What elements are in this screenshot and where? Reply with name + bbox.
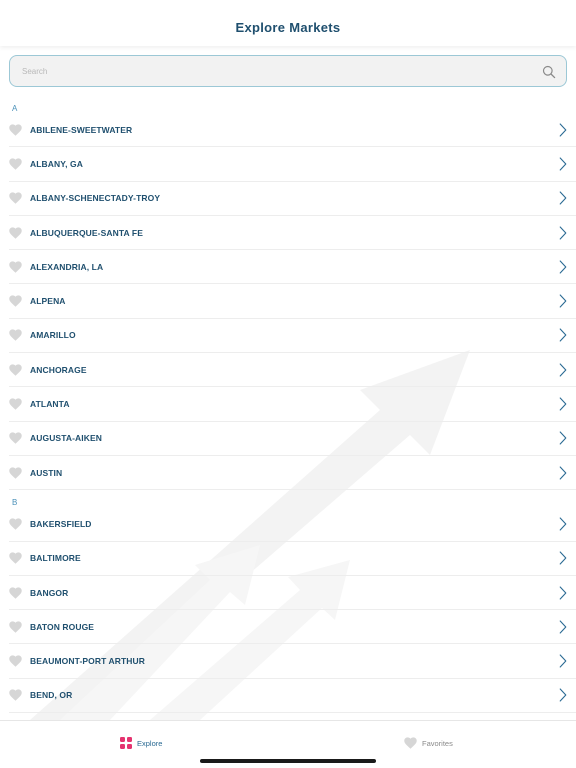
chevron-right-icon: [559, 260, 567, 274]
favorite-heart-icon[interactable]: [9, 158, 22, 170]
market-name: BATON ROUGE: [30, 621, 95, 632]
favorite-heart-icon[interactable]: [9, 432, 22, 444]
chevron-right-icon: [559, 551, 567, 565]
app-root: Explore Markets A ABILENE-SWEETWATER ALBAN…: [0, 0, 576, 768]
market-row[interactable]: BALTIMORE: [9, 542, 576, 576]
favorite-heart-icon[interactable]: [9, 621, 22, 633]
chevron-right-icon: [559, 688, 567, 702]
tab-favorites[interactable]: Favorites: [404, 737, 453, 749]
tab-explore[interactable]: Explore: [120, 737, 162, 749]
market-row[interactable]: BEND, OR: [9, 679, 576, 714]
chevron-right-icon: [559, 123, 567, 137]
tab-explore-label: Explore: [137, 738, 163, 748]
chevron-right-icon: [559, 397, 567, 411]
market-name: BAKERSFIELD: [30, 518, 92, 529]
favorite-heart-icon[interactable]: [9, 295, 22, 307]
market-name: BANGOR: [30, 587, 69, 598]
market-name: ALBUQUERQUE-SANTA FE: [30, 227, 143, 238]
market-row[interactable]: AUGUSTA-AIKEN: [9, 422, 576, 456]
favorite-heart-icon[interactable]: [9, 398, 22, 410]
market-row[interactable]: BANGOR: [9, 576, 576, 611]
favorite-heart-icon[interactable]: [9, 329, 22, 342]
search-input[interactable]: [10, 56, 566, 86]
favorite-heart-icon[interactable]: [9, 552, 22, 564]
favorite-heart-icon[interactable]: [9, 364, 22, 376]
nav-header: Explore Markets: [0, 0, 576, 46]
market-name: AMARILLO: [30, 330, 76, 341]
favorite-heart-icon[interactable]: [9, 655, 22, 667]
chevron-right-icon: [559, 328, 567, 342]
favorite-heart-icon[interactable]: [9, 467, 22, 479]
chevron-right-icon: [559, 225, 567, 240]
chevron-right-icon: [559, 294, 567, 308]
market-row[interactable]: ANCHORAGE: [9, 353, 576, 388]
market-name: BALTIMORE: [30, 553, 81, 564]
favorite-heart-icon[interactable]: [9, 586, 22, 599]
chevron-right-icon: [559, 191, 567, 205]
home-indicator: [200, 759, 376, 763]
market-name: ALPENA: [30, 296, 66, 307]
search-icon[interactable]: [542, 65, 556, 79]
chevron-right-icon: [559, 157, 567, 171]
market-name: ALBANY-SCHENECTADY-TROY: [30, 193, 161, 204]
market-row[interactable]: BEAUMONT-PORT ARTHUR: [9, 644, 576, 679]
chevron-right-icon: [559, 431, 567, 445]
market-row[interactable]: ABILENE-SWEETWATER: [9, 113, 576, 148]
favorite-heart-icon[interactable]: [9, 518, 22, 530]
market-name: ANCHORAGE: [30, 364, 87, 375]
favorite-heart-icon[interactable]: [9, 226, 22, 239]
favorite-heart-icon[interactable]: [9, 261, 22, 273]
heart-icon: [404, 737, 417, 749]
market-name: ALEXANDRIA, LA: [30, 261, 104, 272]
market-row[interactable]: ALBANY-SCHENECTADY-TROY: [9, 182, 576, 216]
market-row[interactable]: AMARILLO: [9, 319, 576, 354]
page-title: Explore Markets: [235, 20, 341, 35]
market-row[interactable]: ALBUQUERQUE-SANTA FE: [9, 216, 576, 251]
section-header: B: [12, 498, 18, 508]
chevron-right-icon: [559, 466, 567, 480]
grid-icon: [120, 737, 132, 749]
market-name: ABILENE-SWEETWATER: [30, 124, 133, 135]
chevron-right-icon: [559, 517, 567, 531]
market-name: AUGUSTA-AIKEN: [30, 433, 102, 444]
chevron-right-icon: [559, 363, 567, 377]
market-name: BEAUMONT-PORT ARTHUR: [30, 656, 146, 667]
market-row[interactable]: ATLANTA: [9, 387, 576, 422]
market-row[interactable]: BAKERSFIELD: [9, 507, 576, 542]
market-row[interactable]: AUSTIN: [9, 456, 576, 491]
chevron-right-icon: [559, 654, 567, 668]
market-name: AUSTIN: [30, 467, 63, 478]
chevron-right-icon: [559, 620, 567, 634]
section-header: A: [12, 104, 18, 113]
market-list[interactable]: A ABILENE-SWEETWATER ALBANY, GA ALBANY-SCHE…: [0, 96, 576, 720]
search-bar[interactable]: [9, 55, 567, 87]
market-name: ATLANTA: [30, 399, 70, 410]
favorite-heart-icon[interactable]: [9, 689, 22, 702]
market-row[interactable]: ALEXANDRIA, LA: [9, 250, 576, 285]
market-row[interactable]: ALBANY, GA: [9, 147, 576, 182]
favorite-heart-icon[interactable]: [9, 124, 22, 136]
market-name: ALBANY, GA: [30, 158, 83, 169]
market-row[interactable]: BATON ROUGE: [9, 610, 576, 645]
chevron-right-icon: [559, 585, 567, 600]
market-row[interactable]: ALPENA: [9, 284, 576, 319]
tab-favorites-label: Favorites: [422, 738, 453, 748]
market-name: BEND, OR: [30, 690, 73, 701]
favorite-heart-icon[interactable]: [9, 192, 22, 204]
